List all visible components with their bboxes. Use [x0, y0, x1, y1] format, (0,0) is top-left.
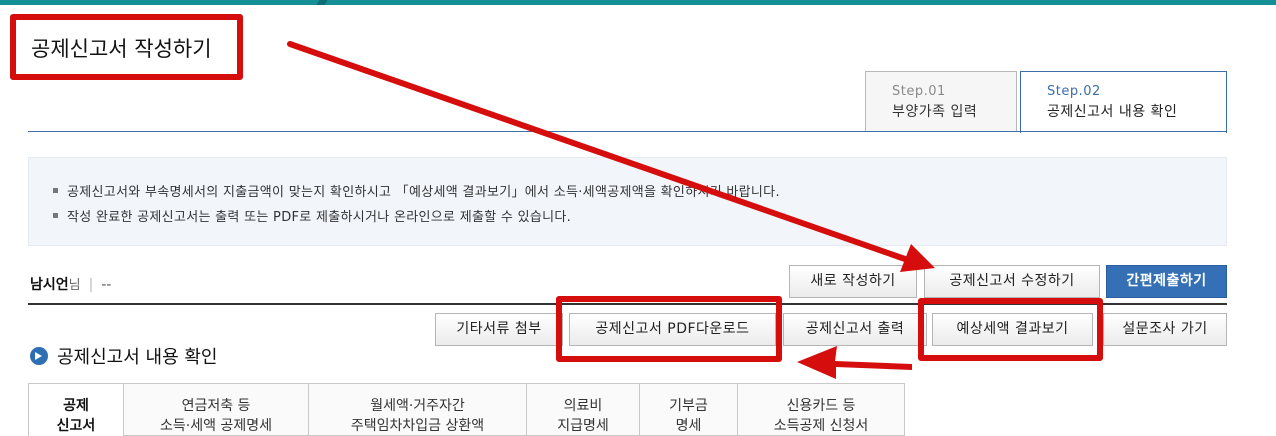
notice-text: 공제신고서와 부속명세서의 지출금액이 맞는지 확인하시고 「예상세액 결과보기…	[67, 185, 780, 200]
step-label: 공제신고서 내용 확인	[1047, 104, 1178, 120]
step-number: Step.02	[1047, 84, 1101, 99]
tab-line: 연금저축 등	[181, 398, 251, 414]
tab-line: 주택임차차입금 상환액	[350, 418, 485, 434]
arrow-circle-icon	[30, 347, 48, 365]
document-tabs: 공제 신고서 연금저축 등 소득·세액 공제명세 월세액·거주자간 주택임차차입…	[28, 383, 905, 436]
section-divider	[28, 303, 1227, 305]
tab-donation[interactable]: 기부금 명세	[640, 383, 738, 436]
tab-line: 기부금	[669, 398, 708, 414]
annotation-arrow-left	[797, 346, 912, 379]
tab-line: 월세액·거주자간	[370, 398, 465, 414]
top-bar	[0, 0, 1276, 5]
attach-docs-button[interactable]: 기타서류 첨부	[435, 313, 563, 346]
edit-declaration-button[interactable]: 공제신고서 수정하기	[924, 265, 1100, 298]
new-write-button[interactable]: 새로 작성하기	[789, 265, 917, 298]
tab-line: 소득·세액 공제명세	[160, 418, 272, 434]
user-info: 남시언님 | --	[30, 274, 111, 294]
section-title: 공제신고서 내용 확인	[30, 343, 217, 369]
tab-declaration[interactable]: 공제 신고서	[28, 383, 124, 436]
tab-step-02[interactable]: Step.02 공제신고서 내용 확인	[1020, 71, 1227, 133]
section-title-text: 공제신고서 내용 확인	[57, 347, 218, 368]
tab-monthly-rent[interactable]: 월세액·거주자간 주택임차차입금 상환액	[309, 383, 527, 436]
tab-line: 명세	[675, 418, 702, 434]
tab-credit-card[interactable]: 신용카드 등 소득공제 신청서	[738, 383, 905, 436]
notice-line: 공제신고서와 부속명세서의 지출금액이 맞는지 확인하시고 「예상세액 결과보기…	[53, 181, 780, 200]
survey-button[interactable]: 설문조사 가기	[1103, 313, 1227, 346]
bullet-icon	[53, 213, 58, 218]
user-suffix: 님	[68, 278, 81, 293]
notice-text: 작성 완료한 공제신고서는 출력 또는 PDF로 제출하시거나 온라인으로 제출…	[67, 210, 572, 225]
tab-pension-savings[interactable]: 연금저축 등 소득·세액 공제명세	[124, 383, 309, 436]
tab-line: 공제	[63, 398, 89, 414]
tab-line: 의료비	[563, 398, 603, 414]
notice-box: 공제신고서와 부속명세서의 지출금액이 맞는지 확인하시고 「예상세액 결과보기…	[28, 157, 1227, 246]
tab-line: 신고서	[56, 418, 96, 434]
notice-line: 작성 완료한 공제신고서는 출력 또는 PDF로 제출하시거나 온라인으로 제출…	[53, 206, 571, 225]
step-label: 부양가족 입력	[892, 104, 978, 120]
page-title: 공제신고서 작성하기	[31, 37, 212, 61]
pdf-download-button[interactable]: 공제신고서 PDF다운로드	[569, 313, 776, 346]
user-detail: --	[101, 277, 112, 293]
tax-result-button[interactable]: 예상세액 결과보기	[932, 313, 1093, 346]
tab-underline	[28, 131, 1227, 132]
tab-line: 소득공제 신청서	[773, 418, 869, 434]
tab-line: 지급명세	[557, 418, 609, 434]
user-separator: |	[88, 277, 94, 293]
simple-submit-button[interactable]: 간편제출하기	[1106, 265, 1227, 298]
step-number: Step.01	[892, 84, 946, 99]
tab-medical[interactable]: 의료비 지급명세	[527, 383, 640, 436]
bullet-icon	[53, 188, 58, 193]
tab-line: 신용카드 등	[786, 398, 856, 414]
print-button[interactable]: 공제신고서 출력	[783, 313, 927, 346]
tab-step-01[interactable]: Step.01 부양가족 입력	[865, 71, 1017, 132]
user-name: 남시언	[30, 277, 69, 293]
